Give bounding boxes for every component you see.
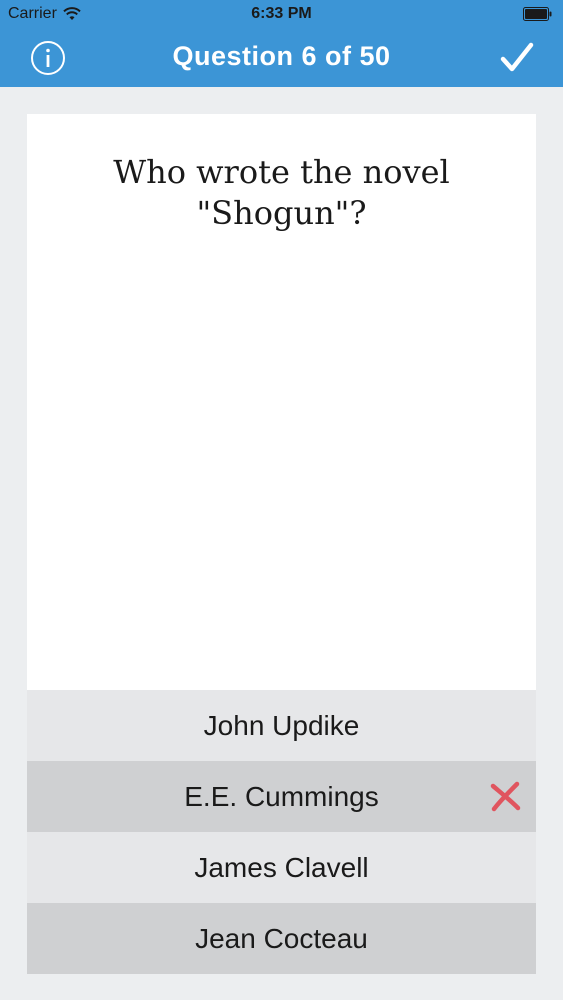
page-title: Question 6 of 50 — [172, 41, 391, 71]
top-bar: Carrier 6:33 PM Question 6 of 50 — [0, 0, 563, 87]
answer-label: John Updike — [203, 709, 360, 741]
answer-option-jean-cocteau[interactable]: Jean Cocteau — [27, 903, 536, 974]
answer-label: James Clavell — [194, 851, 369, 883]
answer-option-john-updike[interactable]: John Updike — [27, 690, 536, 761]
clock: 6:33 PM — [251, 5, 312, 22]
question-card: Who wrote the novel "Shogun"? — [27, 114, 536, 690]
battery-icon — [523, 7, 552, 21]
question-text: Who wrote the novel "Shogun"? — [113, 153, 450, 232]
status-bar: Carrier 6:33 PM — [0, 0, 563, 30]
answer-option-ee-cummings[interactable]: E.E. Cummings — [27, 761, 536, 832]
answer-list: John Updike E.E. Cummings James Clavell … — [27, 690, 536, 974]
navigation-bar: Question 6 of 50 — [0, 30, 563, 87]
answer-label: Jean Cocteau — [195, 922, 368, 954]
answer-option-james-clavell[interactable]: James Clavell — [27, 832, 536, 903]
checkmark-icon[interactable] — [499, 40, 535, 76]
answer-label: E.E. Cummings — [184, 780, 379, 812]
wrong-answer-x-icon — [490, 781, 521, 812]
